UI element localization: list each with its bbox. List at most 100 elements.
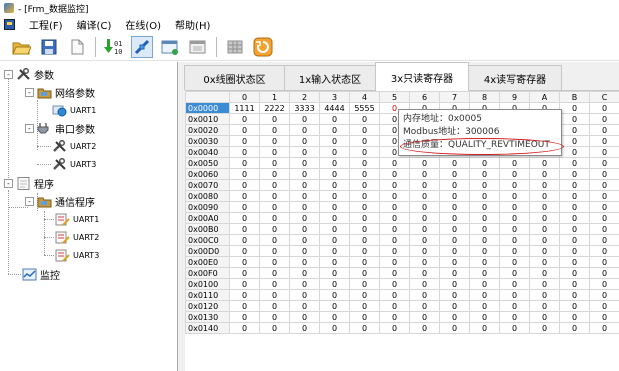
grid-row-header[interactable]: 0x0100 (185, 278, 230, 290)
register-cell[interactable]: 0 (559, 234, 590, 246)
grid-row-header[interactable]: 0x0010 (185, 113, 230, 125)
register-cell[interactable]: 0 (259, 124, 290, 136)
register-cell[interactable]: 0 (319, 256, 350, 268)
grid-row-header[interactable]: 0x00B0 (185, 223, 230, 235)
register-cell[interactable]: 0 (289, 124, 320, 136)
register-cell[interactable]: 0 (349, 179, 380, 191)
register-cell[interactable]: 0 (379, 289, 410, 301)
register-cell[interactable]: 0 (409, 234, 440, 246)
register-cell[interactable]: 0 (409, 212, 440, 224)
register-cell[interactable]: 0 (559, 146, 590, 158)
register-cell[interactable]: 0 (259, 223, 290, 235)
register-cell[interactable]: 0 (259, 201, 290, 213)
tree-node-program[interactable]: - 程序 (4, 175, 54, 191)
register-cell[interactable]: 0 (259, 113, 290, 125)
register-cell[interactable]: 0 (349, 168, 380, 180)
register-cell[interactable]: 0 (589, 212, 619, 224)
register-cell[interactable]: 0 (559, 245, 590, 257)
register-cell[interactable]: 0 (559, 201, 590, 213)
download-icon[interactable]: 01 10 (103, 36, 125, 58)
register-cell[interactable]: 0 (349, 190, 380, 202)
register-cell[interactable]: 0 (319, 322, 350, 334)
register-cell[interactable]: 0 (259, 135, 290, 147)
refresh-icon[interactable] (252, 36, 274, 58)
register-cell[interactable]: 0 (469, 256, 500, 268)
register-cell[interactable]: 0 (289, 311, 320, 323)
register-cell[interactable]: 0 (529, 278, 560, 290)
register-cell[interactable]: 0 (529, 267, 560, 279)
register-cell[interactable]: 0 (499, 245, 530, 257)
register-cell[interactable]: 0 (529, 245, 560, 257)
tab-input-registers[interactable]: 3x只读寄存器 (375, 62, 469, 91)
tree-node-monitor[interactable]: 监控 (22, 266, 60, 282)
register-cell[interactable]: 0 (529, 212, 560, 224)
register-cell[interactable]: 4444 (319, 102, 350, 114)
register-cell[interactable]: 0 (289, 289, 320, 301)
register-cell[interactable]: 0 (229, 311, 260, 323)
register-cell[interactable]: 0 (379, 300, 410, 312)
register-cell[interactable]: 0 (379, 201, 410, 213)
grid-row-header[interactable]: 0x0110 (185, 289, 230, 301)
register-cell[interactable]: 0 (439, 311, 470, 323)
register-cell[interactable]: 0 (589, 256, 619, 268)
register-cell[interactable]: 0 (319, 135, 350, 147)
tree-node-serial-params[interactable]: - 串口参数 (25, 120, 95, 136)
register-cell[interactable]: 0 (349, 234, 380, 246)
register-cell[interactable]: 0 (379, 311, 410, 323)
register-cell[interactable]: 0 (409, 190, 440, 202)
register-cell[interactable]: 0 (409, 245, 440, 257)
grid-row-header[interactable]: 0x00A0 (185, 212, 230, 224)
register-cell[interactable]: 0 (319, 289, 350, 301)
register-cell[interactable]: 0 (469, 245, 500, 257)
register-cell[interactable]: 0 (349, 300, 380, 312)
tab-coil-status[interactable]: 0x线圈状态区 (184, 65, 285, 90)
register-cell[interactable]: 0 (559, 135, 590, 147)
register-cell[interactable]: 0 (469, 267, 500, 279)
register-cell[interactable]: 0 (349, 157, 380, 169)
grid-row-header[interactable]: 0x0000 (185, 102, 230, 114)
register-cell[interactable]: 0 (409, 223, 440, 235)
register-cell[interactable]: 0 (439, 278, 470, 290)
register-cell[interactable]: 0 (229, 190, 260, 202)
register-cell[interactable]: 0 (319, 146, 350, 158)
register-cell[interactable]: 0 (499, 168, 530, 180)
register-cell[interactable]: 0 (259, 300, 290, 312)
register-cell[interactable]: 0 (229, 256, 260, 268)
register-cell[interactable]: 0 (529, 157, 560, 169)
register-cell[interactable]: 0 (469, 212, 500, 224)
register-cell[interactable]: 0 (589, 168, 619, 180)
register-cell[interactable]: 0 (529, 322, 560, 334)
register-cell[interactable]: 0 (409, 322, 440, 334)
grid-row-header[interactable]: 0x0060 (185, 168, 230, 180)
register-cell[interactable]: 0 (289, 146, 320, 158)
register-cell[interactable]: 0 (409, 311, 440, 323)
register-cell[interactable]: 0 (499, 256, 530, 268)
register-cell[interactable]: 0 (439, 179, 470, 191)
register-cell[interactable]: 0 (349, 267, 380, 279)
grid-row-header[interactable]: 0x0030 (185, 135, 230, 147)
register-cell[interactable]: 0 (589, 311, 619, 323)
register-cell[interactable]: 0 (349, 212, 380, 224)
connect-icon[interactable] (131, 35, 153, 58)
grid-row-header[interactable]: 0x0020 (185, 124, 230, 136)
grid-row-header[interactable]: 0x0130 (185, 311, 230, 323)
register-cell[interactable]: 0 (589, 234, 619, 246)
register-cell[interactable]: 0 (439, 157, 470, 169)
register-cell[interactable]: 0 (379, 168, 410, 180)
register-cell[interactable]: 0 (379, 278, 410, 290)
register-cell[interactable]: 0 (229, 201, 260, 213)
grid-row-header[interactable]: 0x0050 (185, 157, 230, 169)
register-cell[interactable]: 0 (469, 311, 500, 323)
menu-compile[interactable]: 编译(C) (77, 17, 112, 32)
tab-holding-registers[interactable]: 4x读写寄存器 (468, 65, 562, 90)
register-cell[interactable]: 0 (379, 234, 410, 246)
register-cell[interactable]: 0 (259, 212, 290, 224)
register-cell[interactable]: 0 (289, 267, 320, 279)
register-cell[interactable]: 0 (229, 278, 260, 290)
register-cell[interactable]: 0 (469, 223, 500, 235)
register-cell[interactable]: 0 (559, 179, 590, 191)
register-cell[interactable]: 0 (559, 157, 590, 169)
register-cell[interactable]: 0 (499, 289, 530, 301)
register-cell[interactable]: 0 (499, 278, 530, 290)
register-cell[interactable]: 0 (259, 168, 290, 180)
